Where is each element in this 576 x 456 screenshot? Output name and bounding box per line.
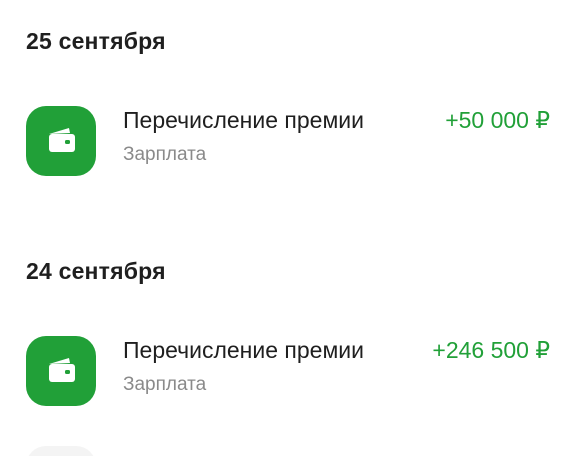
wallet-icon — [49, 358, 75, 382]
next-item-icon-partial — [26, 446, 96, 456]
transaction-title: Перечисление премии — [123, 107, 364, 133]
transaction-item[interactable]: Перечисление премии Зарплата +50 000 ₽ — [0, 106, 576, 176]
transaction-category: Зарплата — [123, 144, 207, 165]
transaction-amount: +246 500 ₽ — [432, 337, 550, 363]
transaction-category-icon — [26, 336, 96, 406]
transaction-item[interactable]: Перечисление премии Зарплата +246 500 ₽ — [0, 336, 576, 406]
date-header: 25 сентября — [26, 28, 166, 54]
transaction-history: 25 сентября Перечисление премии Зарплата… — [0, 0, 576, 456]
transaction-title: Перечисление премии — [123, 337, 364, 363]
wallet-icon — [49, 128, 75, 152]
date-header: 24 сентября — [26, 258, 166, 284]
transaction-category: Зарплата — [123, 374, 207, 395]
transaction-category-icon — [26, 106, 96, 176]
transaction-amount: +50 000 ₽ — [445, 107, 550, 133]
